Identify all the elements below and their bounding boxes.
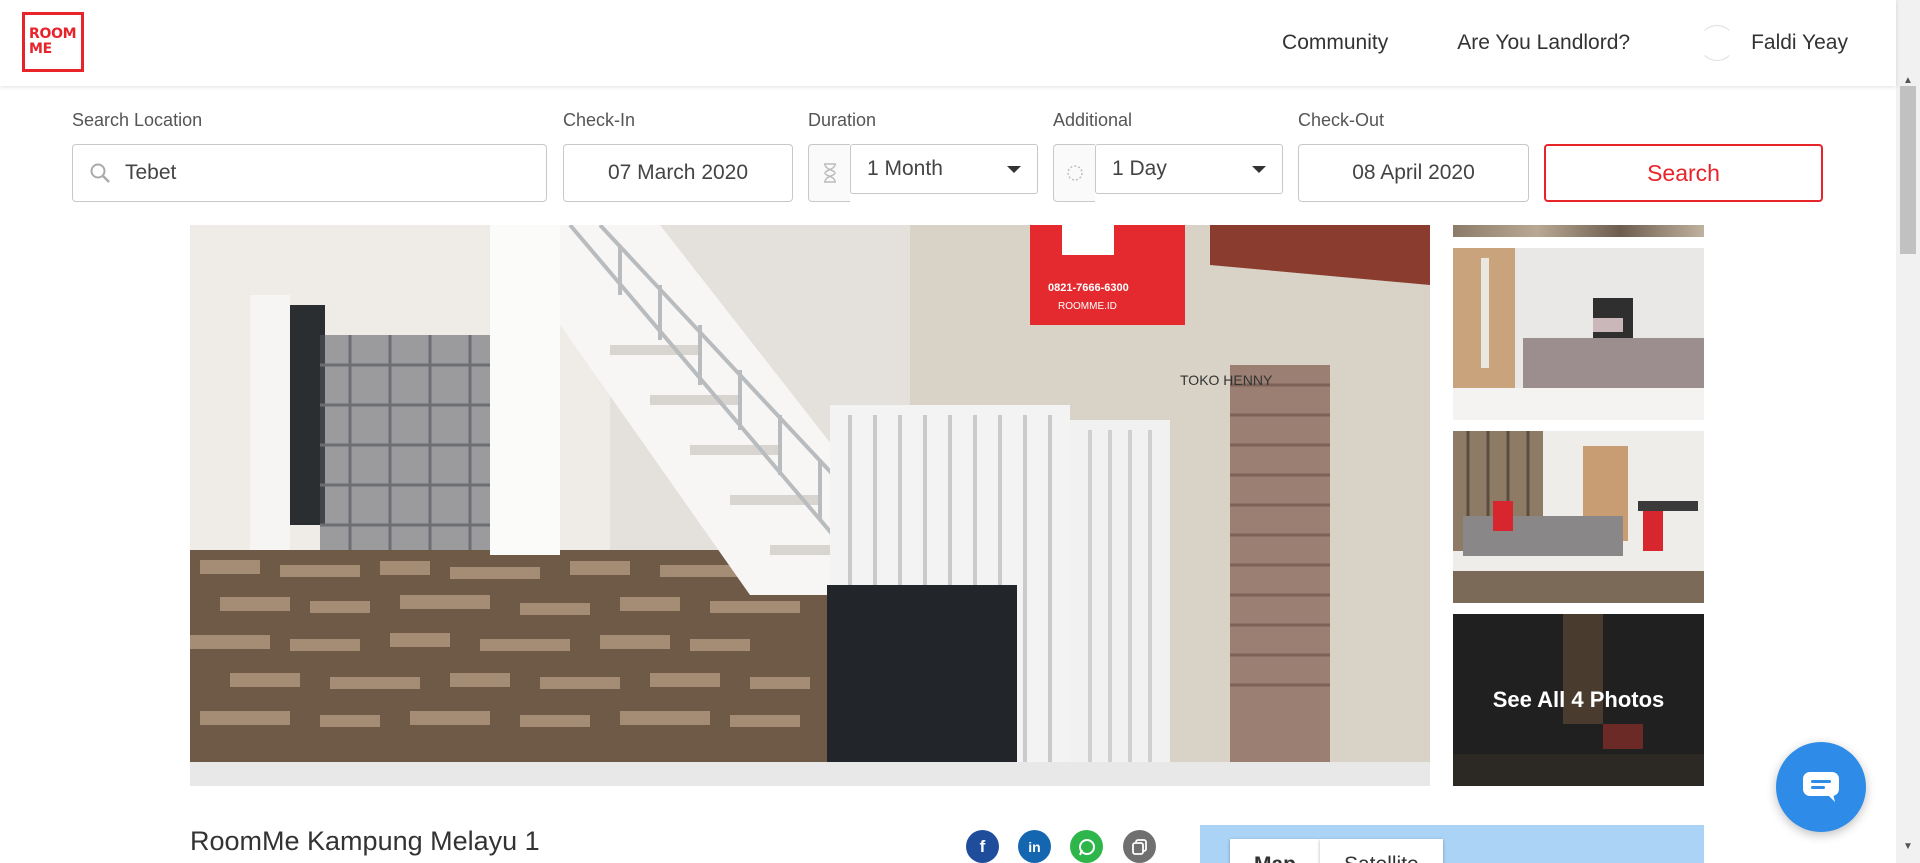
chat-bubble-icon <box>1803 772 1839 802</box>
svg-text:TOKO HENNY: TOKO HENNY <box>1180 372 1273 388</box>
top-header: ROOM ME Community Are You Landlord? Fald… <box>0 0 1896 86</box>
svg-text:ROOMME.ID: ROOMME.ID <box>1058 301 1117 312</box>
checkin-label: Check-In <box>563 110 636 130</box>
chevron-down-icon <box>1007 165 1021 173</box>
roomme-logo[interactable]: ROOM ME <box>22 12 84 72</box>
location-value: Tebet <box>125 161 177 184</box>
search-button[interactable]: Search <box>1544 144 1823 202</box>
logo-text-line2: ME <box>29 41 52 57</box>
whatsapp-share-icon[interactable] <box>1070 830 1103 863</box>
checkin-value: 07 March 2020 <box>607 161 749 184</box>
checkout-label: Check-Out <box>1298 110 1385 130</box>
see-all-photos-tile[interactable]: See All 4 Photos <box>1453 614 1704 786</box>
location-label: Search Location <box>72 110 203 130</box>
duration-select[interactable]: 1 Month <box>850 144 1038 194</box>
bedroom-photo-1 <box>1453 248 1704 420</box>
duration-value: 1 Month <box>867 157 943 180</box>
photo-shadow <box>190 762 1430 786</box>
location-input[interactable]: Tebet <box>72 144 547 202</box>
tab-map[interactable]: Map <box>1230 839 1320 863</box>
bedroom-photo-2 <box>1453 431 1704 603</box>
search-icon <box>90 163 110 183</box>
checkin-date-field[interactable]: 07 March 2020 <box>563 144 793 202</box>
checkout-date-field[interactable]: 08 April 2020 <box>1298 144 1529 202</box>
see-all-photos-label: See All 4 Photos <box>1492 687 1665 712</box>
nav-landlord-link[interactable]: Are You Landlord? <box>1457 31 1630 55</box>
property-photo-illustration: 0821-7666-6300 ROOMME.ID TOKO HENNY <box>190 225 1430 762</box>
tab-satellite[interactable]: Satellite <box>1320 839 1443 863</box>
map-type-tabs: Map Satellite <box>1230 839 1443 863</box>
facebook-glyph: f <box>979 836 986 856</box>
duration-label: Duration <box>808 110 877 130</box>
svg-text:0821-7666-6300: 0821-7666-6300 <box>1048 282 1129 294</box>
scrollbar-thumb[interactable] <box>1900 86 1916 254</box>
linkedin-glyph: in <box>1028 838 1041 855</box>
nav-community-link[interactable]: Community <box>1282 31 1388 55</box>
hourglass-icon <box>808 144 850 202</box>
additional-group: 1 Day <box>1053 144 1283 202</box>
listing-title: RoomMe Kampung Melayu 1 <box>190 826 540 856</box>
facebook-share-icon[interactable]: f <box>966 830 999 863</box>
user-profile-menu[interactable]: Faldi Yeay <box>1699 25 1848 61</box>
avatar <box>1699 25 1736 61</box>
scroll-down-arrow-icon[interactable]: ▼ <box>1896 838 1920 855</box>
chevron-down-icon <box>1252 165 1266 173</box>
location-map[interactable]: Map Satellite <box>1200 825 1704 863</box>
thumbnail-bedroom-1[interactable] <box>1453 248 1704 420</box>
copy-link-icon[interactable] <box>1123 830 1156 863</box>
additional-select[interactable]: 1 Day <box>1095 144 1283 194</box>
additional-label: Additional <box>1053 110 1133 130</box>
user-name: Faldi Yeay <box>1751 31 1848 54</box>
main-nav: Community Are You Landlord? Faldi Yeay <box>1213 0 1848 86</box>
logo-text-line1: ROOM <box>29 26 77 42</box>
duration-group: 1 Month <box>808 144 1038 202</box>
checkout-value: 08 April 2020 <box>1352 161 1475 184</box>
search-bar: Search Location Tebet Check-In 07 March … <box>0 86 1896 224</box>
thumbnail-bedroom-2[interactable] <box>1453 431 1704 603</box>
thumbnail-partial[interactable] <box>1453 225 1704 237</box>
main-property-photo[interactable]: 0821-7666-6300 ROOMME.ID TOKO HENNY <box>190 225 1430 762</box>
chat-button[interactable] <box>1776 742 1866 832</box>
additional-value: 1 Day <box>1112 157 1167 180</box>
linkedin-share-icon[interactable]: in <box>1018 830 1051 863</box>
clock-icon <box>1053 144 1095 202</box>
